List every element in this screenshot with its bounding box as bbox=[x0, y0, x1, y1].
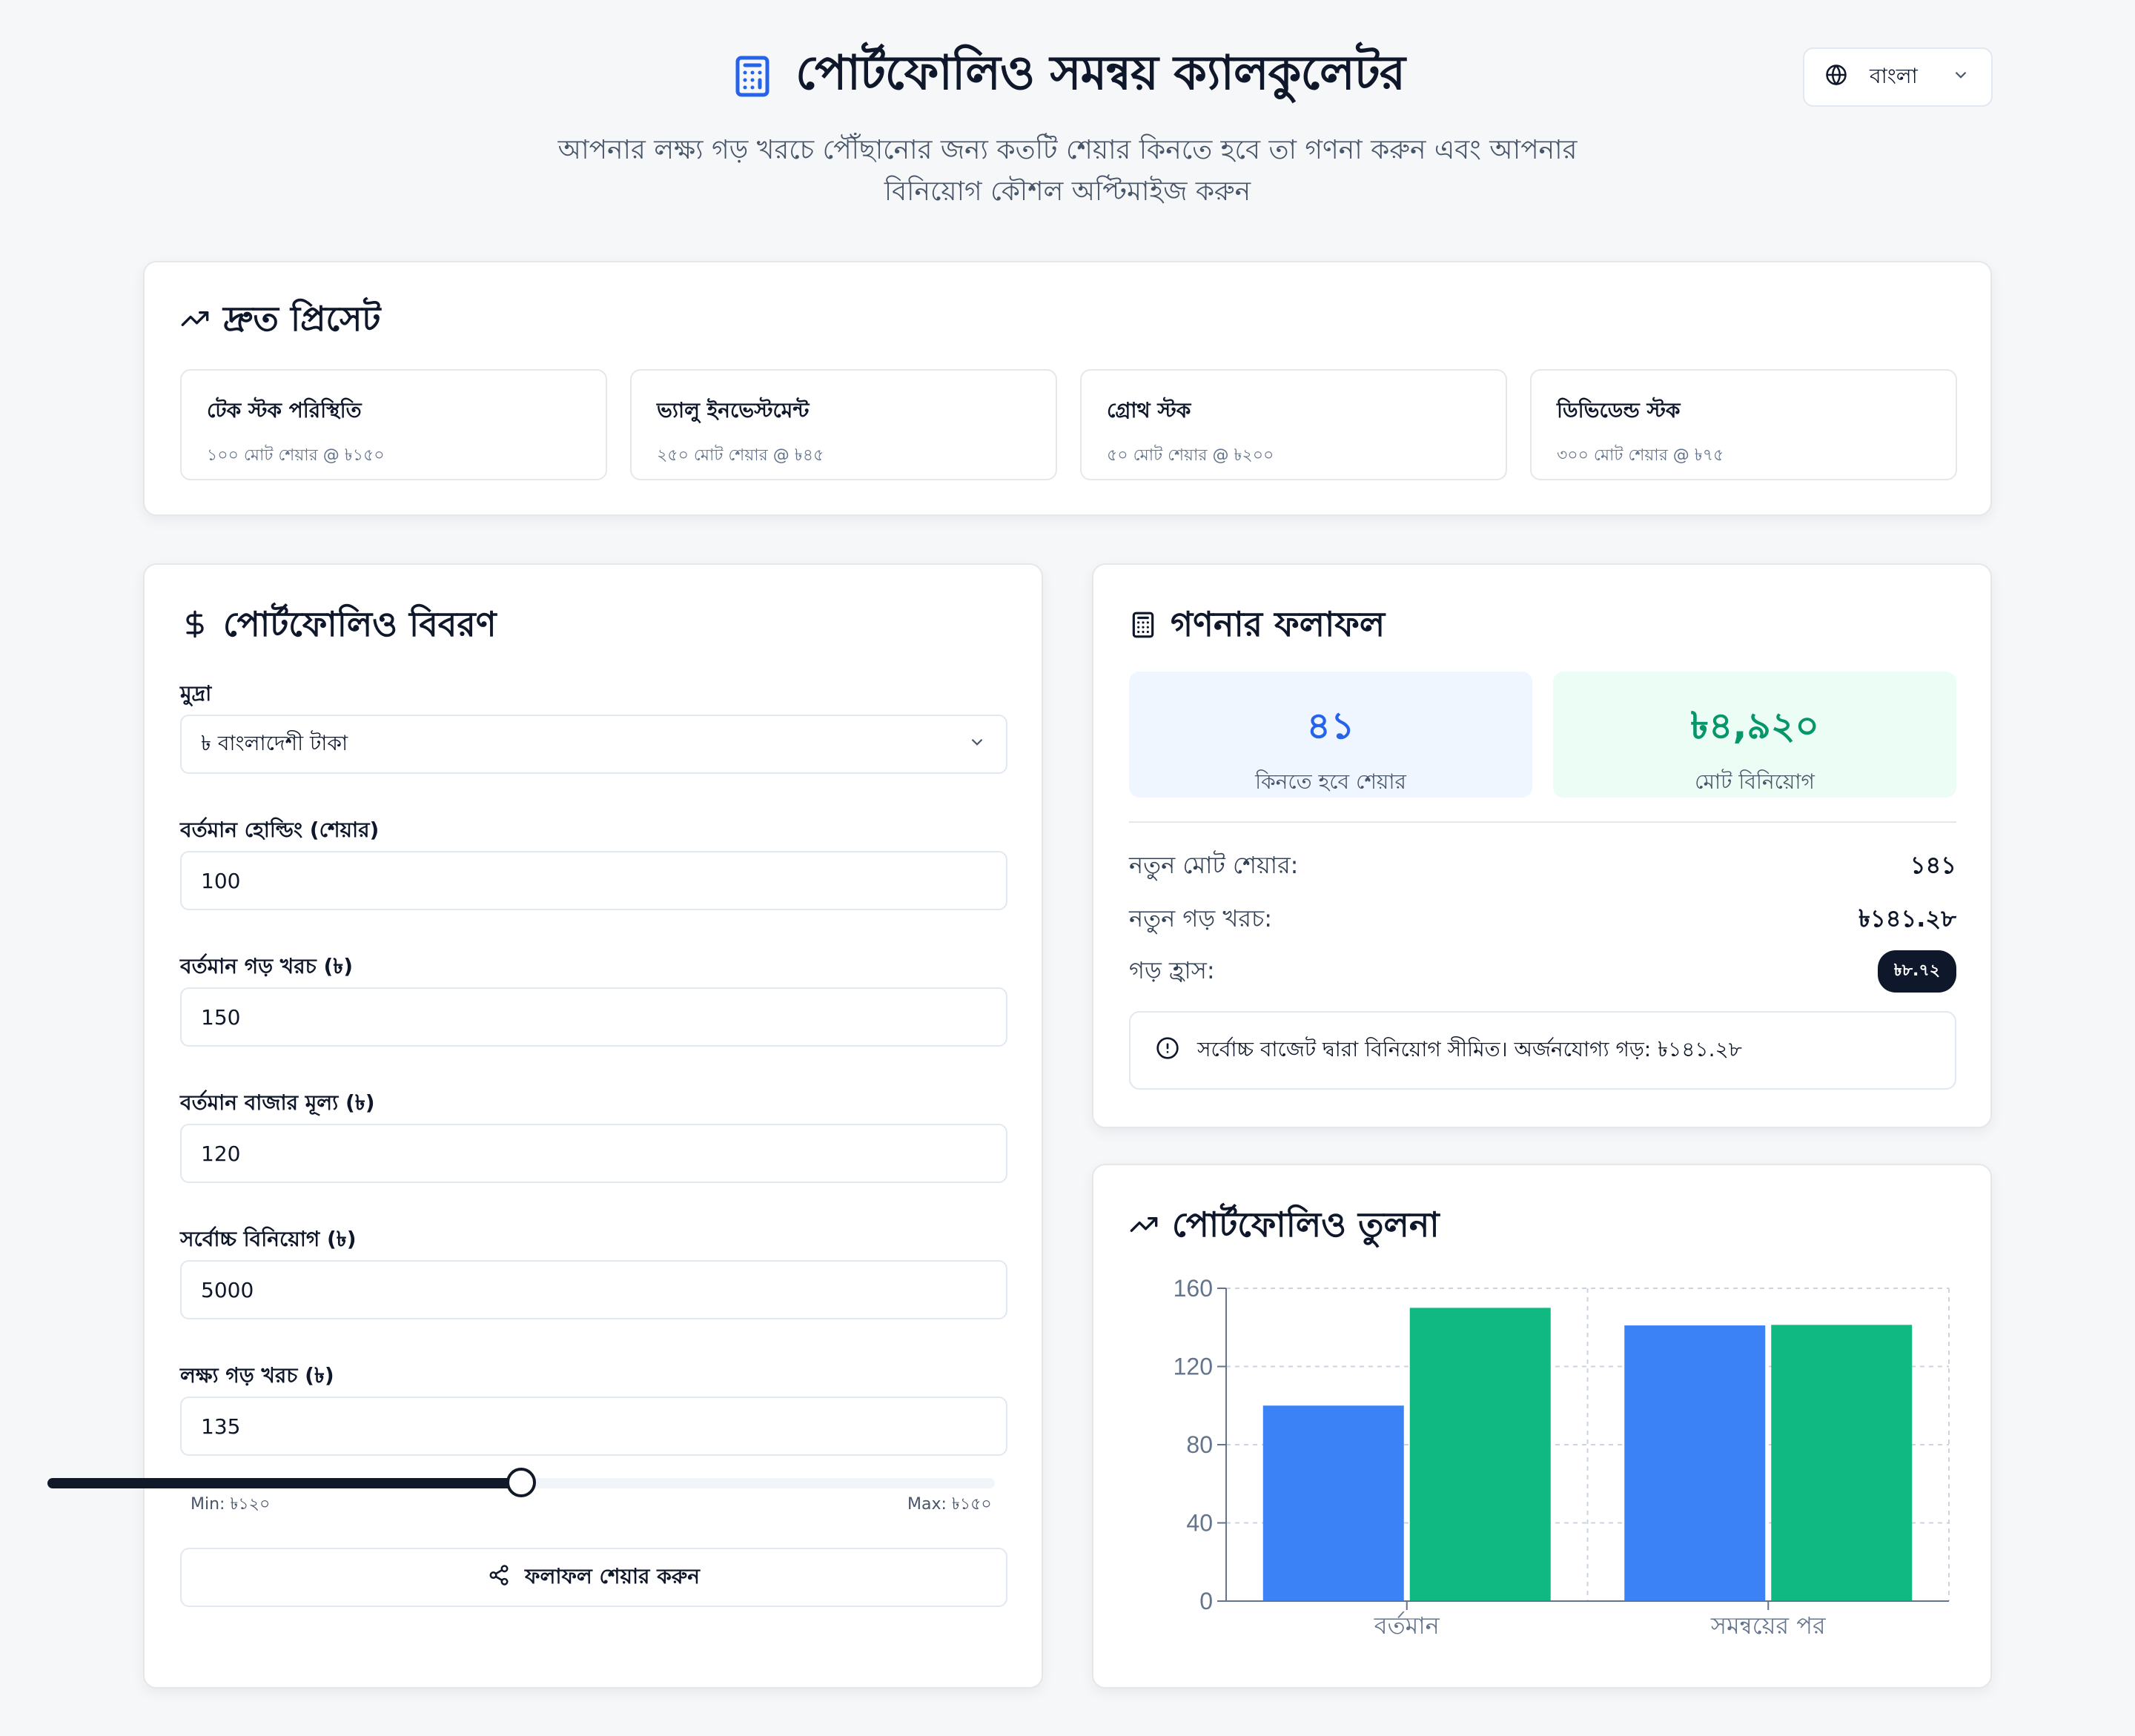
currency-value: ৳ বাংলাদেশী টাকা bbox=[201, 730, 348, 755]
comparison-card: পোর্টফোলিও তুলনা 0 40 80 120 160 বর্তমান সমন্ব… bbox=[1092, 1164, 1992, 1689]
target-input[interactable]: 135 bbox=[180, 1397, 1007, 1456]
presets-title: দ্রুত প্রিসেট bbox=[180, 294, 380, 350]
portfolio-details-card: পোর্টফোলিও বিবরণ মুদ্রা ৳ বাংলাদেশী টাকা… bbox=[143, 563, 1043, 1689]
reduction-label: গড় হ্রাস: bbox=[1129, 955, 1215, 984]
chevron-down-icon bbox=[967, 732, 987, 757]
new-total-value: ১৪১ bbox=[1910, 851, 1956, 879]
reduction-row: গড় হ্রাস: ৳৮.৭২ bbox=[1129, 950, 1956, 993]
preset-tech-stock[interactable]: টেক স্টক পরিস্থিতি ১০০ মোট শেয়ার @ ৳১৫০ bbox=[180, 369, 607, 480]
preset-title: টেক স্টক পরিস্থিতি bbox=[207, 398, 362, 423]
results-title-text: গণনার ফলাফল bbox=[1171, 604, 1386, 644]
bar bbox=[1262, 1405, 1404, 1601]
budget-alert: সর্বোচ্চ বাজেট দ্বারা বিনিয়োগ সীমিত। অর… bbox=[1129, 1011, 1956, 1090]
slider-max-label: Max: ৳১৫০ bbox=[907, 1495, 992, 1514]
results-card: গণনার ফলাফল ৪১ কিনতে হবে শেয়ার ৳৪,৯২০ ম… bbox=[1092, 563, 1992, 1128]
preset-desc: ২৫০ মোট শেয়ার @ ৳৪৫ bbox=[657, 446, 824, 465]
new-avg-label: নতুন গড় খরচ: bbox=[1129, 904, 1273, 932]
calculator-icon bbox=[1129, 607, 1157, 647]
bar bbox=[1409, 1308, 1551, 1601]
x-tick-label: বর্তমান bbox=[1374, 1611, 1440, 1640]
dollar-icon bbox=[180, 607, 210, 647]
preset-desc: ৩০০ মোট শেয়ার @ ৳৭৫ bbox=[1557, 446, 1724, 465]
y-tick-label: 40 bbox=[1186, 1510, 1213, 1537]
alert-circle-icon bbox=[1156, 1036, 1179, 1065]
bar bbox=[1624, 1325, 1766, 1601]
market-price-input[interactable]: 120 bbox=[180, 1124, 1007, 1183]
avg-cost-label: বর্তমান গড় খরচ (৳) bbox=[180, 954, 353, 978]
currency-label: মুদ্রা bbox=[180, 681, 212, 706]
language-label: বাংলা bbox=[1870, 63, 1918, 88]
reduction-badge: ৳৮.৭২ bbox=[1877, 950, 1956, 993]
chevron-down-icon bbox=[1951, 65, 1970, 90]
page-header: পোর্টফোলিও সমন্বয় ক্যালকুলেটর আপনার লক্… bbox=[0, 0, 2135, 252]
shares-to-buy-value: ৪১ bbox=[1306, 704, 1355, 747]
y-tick-label: 120 bbox=[1174, 1354, 1213, 1380]
max-invest-label: সর্বোচ্চ বিনিয়োগ (৳) bbox=[180, 1227, 357, 1251]
shares-to-buy-box: ৪১ কিনতে হবে শেয়ার bbox=[1129, 672, 1532, 798]
new-avg-value: ৳১৪১.২৮ bbox=[1858, 904, 1956, 932]
preset-dividend-stock[interactable]: ডিভিডেন্ড স্টক ৩০০ মোট শেয়ার @ ৳৭৫ bbox=[1530, 369, 1957, 480]
preset-title: গ্রোথ স্টক bbox=[1107, 398, 1191, 423]
share-icon bbox=[488, 1564, 510, 1591]
preset-desc: ১০০ মোট শেয়ার @ ৳১৫০ bbox=[207, 446, 385, 465]
y-tick-label: 160 bbox=[1174, 1275, 1213, 1302]
preset-title: ডিভিডেন্ড স্টক bbox=[1557, 398, 1681, 423]
total-investment-value: ৳৪,৯২০ bbox=[1690, 704, 1819, 747]
y-tick-label: 80 bbox=[1186, 1431, 1213, 1458]
slider-thumb[interactable] bbox=[506, 1468, 536, 1497]
market-price-label: বর্তমান বাজার মূল্য (৳) bbox=[180, 1090, 375, 1115]
target-label: লক্ষ্য গড় খরচ (৳) bbox=[180, 1363, 334, 1388]
details-title-text: পোর্টফোলিও বিবরণ bbox=[223, 604, 497, 644]
details-title: পোর্টফোলিও বিবরণ bbox=[180, 599, 497, 655]
avg-cost-input[interactable]: 150 bbox=[180, 987, 1007, 1047]
new-total-label: নতুন মোট শেয়ার: bbox=[1129, 851, 1299, 879]
trending-up-icon bbox=[180, 302, 210, 342]
alert-text: সর্বোচ্চ বাজেট দ্বারা বিনিয়োগ সীমিত। অর… bbox=[1197, 1036, 1742, 1061]
preset-title: ভ্যালু ইনভেস্টমেন্ট bbox=[657, 398, 810, 423]
language-select[interactable]: বাংলা bbox=[1803, 47, 1993, 107]
holding-input[interactable]: 100 bbox=[180, 851, 1007, 910]
preset-value-investment[interactable]: ভ্যালু ইনভেস্টমেন্ট ২৫০ মোট শেয়ার @ ৳৪৫ bbox=[630, 369, 1057, 480]
x-tick-label: সমন্বয়ের পর bbox=[1710, 1611, 1827, 1640]
currency-select[interactable]: ৳ বাংলাদেশী টাকা bbox=[180, 715, 1007, 774]
shares-to-buy-caption: কিনতে হবে শেয়ার bbox=[1255, 769, 1406, 794]
slider-fill bbox=[47, 1478, 521, 1488]
new-total-row: নতুন মোট শেয়ার: ১৪১ bbox=[1129, 847, 1956, 887]
comparison-chart: 0 40 80 120 160 বর্তমান সমন্বয়ের পর bbox=[1174, 1275, 1950, 1640]
presets-card: দ্রুত প্রিসেট টেক স্টক পরিস্থিতি ১০০ মোট… bbox=[143, 261, 1992, 516]
slider-min-label: Min: ৳১২০ bbox=[191, 1495, 271, 1514]
results-title: গণনার ফলাফল bbox=[1129, 599, 1385, 655]
holding-label: বর্তমান হোল্ডিং (শেয়ার) bbox=[180, 818, 380, 842]
preset-desc: ৫০ মোট শেয়ার @ ৳২০০ bbox=[1107, 446, 1274, 465]
page-subtitle: আপনার লক্ষ্য গড় খরচে পৌঁছানোর জন্য কতটি… bbox=[557, 135, 1578, 207]
total-investment-box: ৳৪,৯২০ মোট বিনিয়োগ bbox=[1553, 672, 1956, 798]
max-invest-input[interactable]: 5000 bbox=[180, 1260, 1007, 1319]
preset-growth-stock[interactable]: গ্রোথ স্টক ৫০ মোট শেয়ার @ ৳২০০ bbox=[1080, 369, 1507, 480]
presets-title-text: দ্রুত প্রিসেট bbox=[223, 299, 381, 339]
globe-icon bbox=[1825, 64, 1847, 91]
y-tick-label: 0 bbox=[1199, 1588, 1213, 1614]
new-avg-row: নতুন গড় খরচ: ৳১৪১.২৮ bbox=[1129, 900, 1956, 940]
page-title: পোর্টফোলিও সমন্বয় ক্যালকুলেটর bbox=[795, 45, 1406, 101]
bar bbox=[1771, 1325, 1913, 1601]
total-investment-caption: মোট বিনিয়োগ bbox=[1695, 769, 1815, 794]
divider bbox=[1129, 821, 1956, 823]
share-results-button[interactable]: ফলাফল শেয়ার করুন bbox=[180, 1548, 1007, 1607]
share-label: ফলাফল শেয়ার করুন bbox=[525, 1563, 700, 1588]
target-slider[interactable] bbox=[47, 1468, 995, 1497]
calculator-icon bbox=[730, 54, 775, 99]
